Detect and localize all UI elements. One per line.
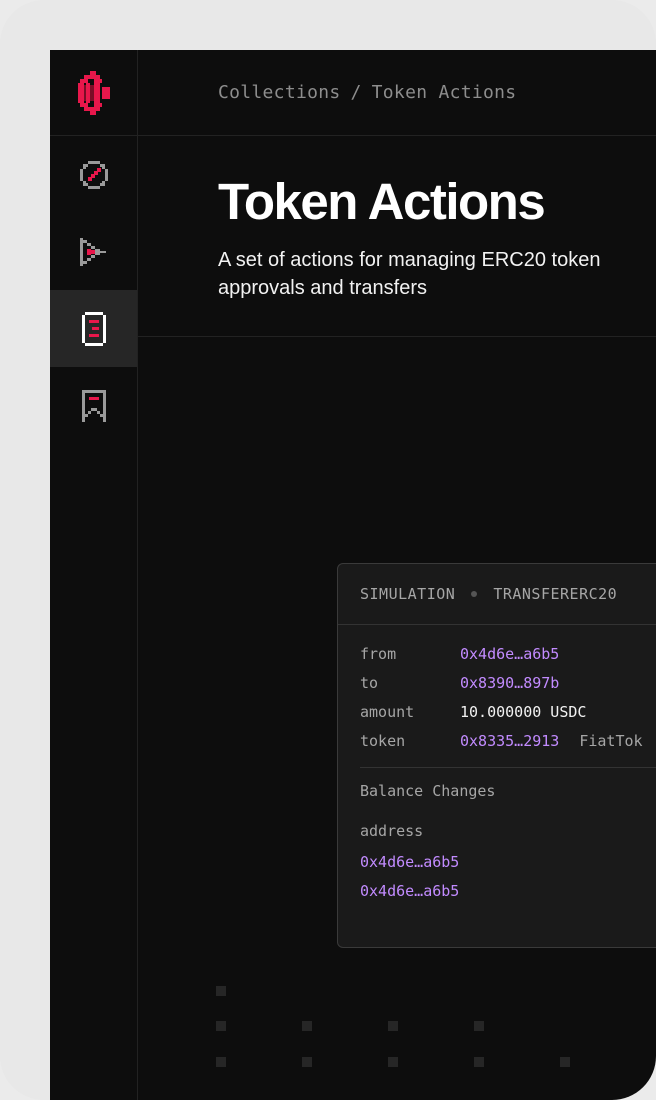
simulation-card: SIMULATION TRANSFERERC20 from 0x4d6e…a6b…: [337, 563, 656, 948]
param-key: amount: [360, 702, 415, 721]
grid-dot: [216, 1057, 226, 1067]
grid-dot: [216, 986, 226, 996]
page-description: A set of actions for managing ERC20 toke…: [218, 249, 601, 299]
breadcrumb-separator: /: [350, 82, 362, 103]
document-icon: [81, 311, 106, 346]
breadcrumb: Collections / Token Actions: [218, 82, 516, 103]
logo-cell[interactable]: [50, 50, 137, 136]
grid-dot: [474, 1021, 484, 1031]
sidebar-item-explore[interactable]: [50, 136, 137, 213]
device-frame: Collections / Token Actions Token Actions …: [0, 0, 656, 1100]
play-icon: [79, 237, 106, 266]
param-key: token: [360, 731, 406, 750]
param-value-address[interactable]: 0x8335…2913: [460, 732, 559, 750]
grid-dot: [302, 1021, 312, 1031]
sidebar-item-run[interactable]: [50, 213, 137, 290]
breadcrumb-current: Token Actions: [371, 82, 517, 103]
balance-row-address[interactable]: 0x4d6e…a6b5: [338, 848, 656, 877]
bookmark-icon: [81, 389, 106, 422]
simulation-action: TRANSFERERC20: [493, 585, 618, 603]
simulation-header: SIMULATION TRANSFERERC20: [338, 564, 656, 625]
grid-dot: [560, 1057, 570, 1067]
balance-column-header: address: [360, 822, 424, 840]
top-bar: Collections / Token Actions: [138, 50, 656, 136]
grid-dot: [388, 1057, 398, 1067]
breadcrumb-collections-link[interactable]: Collections: [218, 82, 341, 103]
balance-changes-title: Balance Changes: [360, 782, 496, 800]
param-key: to: [360, 673, 379, 692]
sidebar: [50, 50, 138, 1100]
balance-row-address[interactable]: 0x4d6e…a6b5: [338, 877, 656, 906]
grid-dot: [388, 1021, 398, 1031]
grid-dot: [216, 1021, 226, 1031]
param-value-address[interactable]: 0x8390…897b: [460, 674, 559, 692]
param-row-from: from 0x4d6e…a6b5: [360, 639, 656, 668]
logo-icon: [77, 70, 110, 115]
grid-dot: [474, 1057, 484, 1067]
page-title: Token Actions: [218, 173, 546, 230]
param-value-amount: 10.000000 USDC: [460, 702, 587, 721]
simulation-label: SIMULATION: [360, 585, 456, 603]
page-header: Token Actions A set of actions for manag…: [138, 136, 656, 337]
param-token-name: FiatTok: [579, 731, 643, 750]
param-row-token: token 0x8335…2913 FiatTok: [360, 726, 656, 755]
grid-dot: [302, 1057, 312, 1067]
param-row-to: to 0x8390…897b: [360, 668, 656, 697]
param-value-address[interactable]: 0x4d6e…a6b5: [460, 645, 559, 663]
simulation-params: from 0x4d6e…a6b5 to 0x8390…897b amount 1…: [338, 625, 656, 755]
sidebar-item-collections[interactable]: [50, 290, 137, 367]
param-row-amount: amount 10.000000 USDC: [360, 697, 656, 726]
param-key: from: [360, 644, 397, 663]
decorative-dot-grid: [138, 980, 656, 1100]
compass-icon: [79, 160, 108, 189]
app-screen: Collections / Token Actions Token Actions …: [50, 50, 656, 1100]
separator-dot: [471, 591, 478, 597]
sidebar-item-bookmarks[interactable]: [50, 367, 137, 444]
